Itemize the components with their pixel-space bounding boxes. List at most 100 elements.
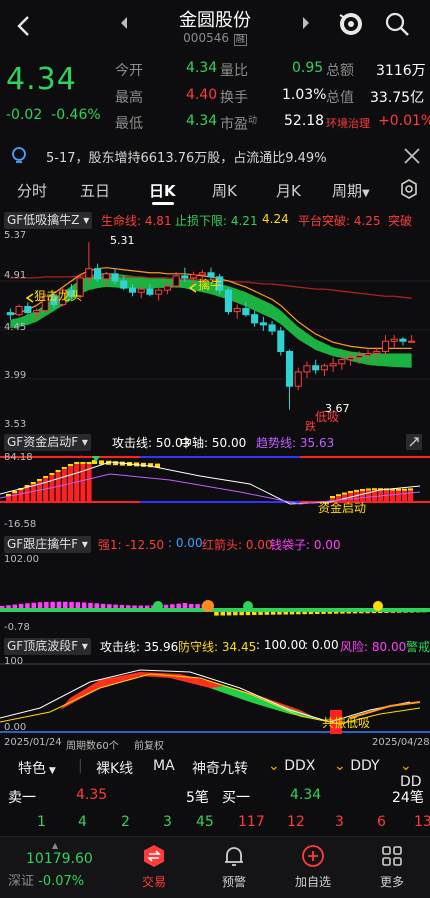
ind4-risk: 风险: 80.00 — [340, 640, 407, 654]
label-high: 最高 — [115, 90, 143, 106]
param-stoploss: 止损下限: 4.21 — [175, 214, 258, 228]
candle-body — [111, 273, 119, 282]
ind2-ybottom: -16.58 — [4, 519, 37, 530]
close-icon[interactable] — [402, 146, 422, 166]
buy-detail: 3 — [335, 814, 344, 830]
settings-gear-icon[interactable] — [398, 178, 420, 200]
lightbulb-icon — [10, 146, 28, 166]
bar-cap — [366, 488, 371, 491]
nav-add-label: 加自选 — [294, 875, 331, 889]
candle-body — [94, 268, 102, 280]
buy1-price: 4.34 — [290, 787, 322, 803]
indicator-4-selector[interactable]: GF顶底波段F ▾ — [4, 638, 91, 655]
buy-detail: 6 — [377, 814, 386, 830]
ind2-attack: 攻击线: 50.03 — [112, 436, 191, 450]
bar-red — [396, 490, 401, 502]
indicator-3-selector[interactable]: GF跟庄擒牛F ▾ — [4, 536, 91, 553]
tab-daily-k[interactable]: 日K — [149, 180, 176, 201]
candle-body — [102, 273, 110, 280]
footer-start-date: 2025/01/24 — [4, 737, 62, 748]
sell1-price: 4.35 — [76, 787, 108, 803]
pig-icon — [153, 601, 163, 611]
tab-five-day[interactable]: 五日 — [80, 180, 110, 201]
ind2-axis: 中轴: 50.00 — [180, 436, 247, 450]
bar-cap — [372, 488, 377, 491]
kline-chart[interactable] — [0, 232, 430, 428]
nav-trade[interactable]: 交易 — [119, 843, 189, 890]
bar-cap — [402, 488, 407, 491]
candle-body — [32, 310, 41, 314]
bar-red — [24, 487, 30, 502]
bar-cap — [354, 489, 359, 492]
candle-body — [338, 359, 346, 365]
tool-special[interactable]: 特色 ▼ — [18, 758, 56, 778]
bar-red — [402, 490, 407, 502]
stock-code-text: 000546 — [183, 31, 229, 45]
ind2-trend: 趋势线: 35.63 — [256, 436, 335, 450]
indicator-2-selector[interactable]: GF资金启动F ▾ — [4, 434, 91, 451]
candle-body — [329, 363, 337, 367]
nav-alert[interactable]: 预警 — [199, 843, 269, 890]
sell-detail: 3 — [163, 814, 172, 830]
tool-ddx[interactable]: ⌄ DDX — [268, 758, 315, 774]
grid-icon — [379, 843, 405, 869]
trade-icon — [141, 843, 167, 869]
candle-body — [24, 306, 32, 314]
tool-naked-k[interactable]: 裸K线 — [96, 758, 133, 778]
ind3-blue: : 0.00 — [168, 536, 203, 550]
bar-cap — [86, 462, 92, 464]
label-pe-sup: 动 — [248, 116, 258, 126]
candle-body — [242, 308, 250, 316]
tab-intraday[interactable]: 分时 — [17, 180, 47, 201]
nav-add-watchlist[interactable]: 加自选 — [278, 843, 348, 890]
header: 金圆股份 000546 融 — [0, 0, 430, 56]
tab-monthly-k[interactable]: 月K — [276, 180, 301, 201]
bar-cap — [30, 482, 36, 484]
pig-icon — [243, 601, 253, 611]
sell1-volume: 5笔 — [186, 790, 209, 806]
signal-sniper: 狙击龙头 — [34, 289, 83, 303]
indicator-3-chart[interactable] — [0, 556, 430, 632]
candle-body — [120, 280, 128, 289]
tool-ddy-label: DDY — [350, 758, 380, 774]
tool-ma[interactable]: MA — [153, 758, 175, 774]
bar-cap — [342, 492, 347, 495]
tab-weekly-k[interactable]: 周K — [212, 180, 237, 201]
index-ticker[interactable]: 10179.60 深证 -0.07% — [8, 851, 118, 889]
next-stock-icon[interactable] — [300, 14, 312, 32]
search-icon[interactable] — [383, 10, 411, 38]
label-pe: 市盈动 — [220, 113, 257, 134]
y-tick-4: 3.99 — [4, 370, 27, 381]
bar-cap — [360, 489, 365, 492]
candle-body — [355, 355, 363, 359]
main-indicator-selector[interactable]: GF低吸擒牛Z ▾ — [4, 212, 93, 229]
candle-body — [224, 289, 232, 313]
ind4-100: : 100.00 — [256, 638, 306, 652]
nav-alert-label: 预警 — [221, 875, 246, 889]
main-indicator-name: GF低吸擒牛Z — [7, 213, 80, 227]
indicator-2-chart[interactable] — [0, 454, 430, 530]
buy1-volume: 24笔 — [392, 790, 424, 806]
bar-cap — [12, 491, 18, 493]
candle-body — [399, 338, 407, 342]
ind3-redarrow: 红箭头: 0.00 — [202, 538, 273, 552]
value-market-cap: 33.75亿 — [370, 90, 425, 106]
candle-body — [390, 338, 398, 342]
bar-red — [30, 484, 36, 502]
news-notice[interactable]: 5-17，股东增持6613.76万股，占流通比9.49% — [0, 140, 430, 172]
sector-name[interactable]: 环境治理 — [326, 115, 370, 131]
nav-more[interactable]: 更多 — [357, 843, 427, 890]
bar-cap — [68, 464, 73, 466]
index-value: 10179.60 — [26, 851, 93, 867]
tool-ddy[interactable]: ⌄ DDY — [334, 758, 380, 774]
buy1-label: 买一 — [222, 790, 250, 806]
expand-icon[interactable] — [406, 434, 422, 450]
candle-body — [15, 306, 23, 316]
tab-period[interactable]: 周期▼ — [332, 180, 370, 201]
tool-nine-turn[interactable]: 神奇九转 — [192, 758, 248, 778]
footer-adjust[interactable]: 前复权 — [134, 737, 164, 752]
moneybag-icon — [373, 601, 383, 611]
label-market-cap: 总值 — [326, 90, 354, 106]
assistant-icon[interactable] — [336, 9, 366, 39]
index-name: 深证 — [8, 874, 35, 889]
